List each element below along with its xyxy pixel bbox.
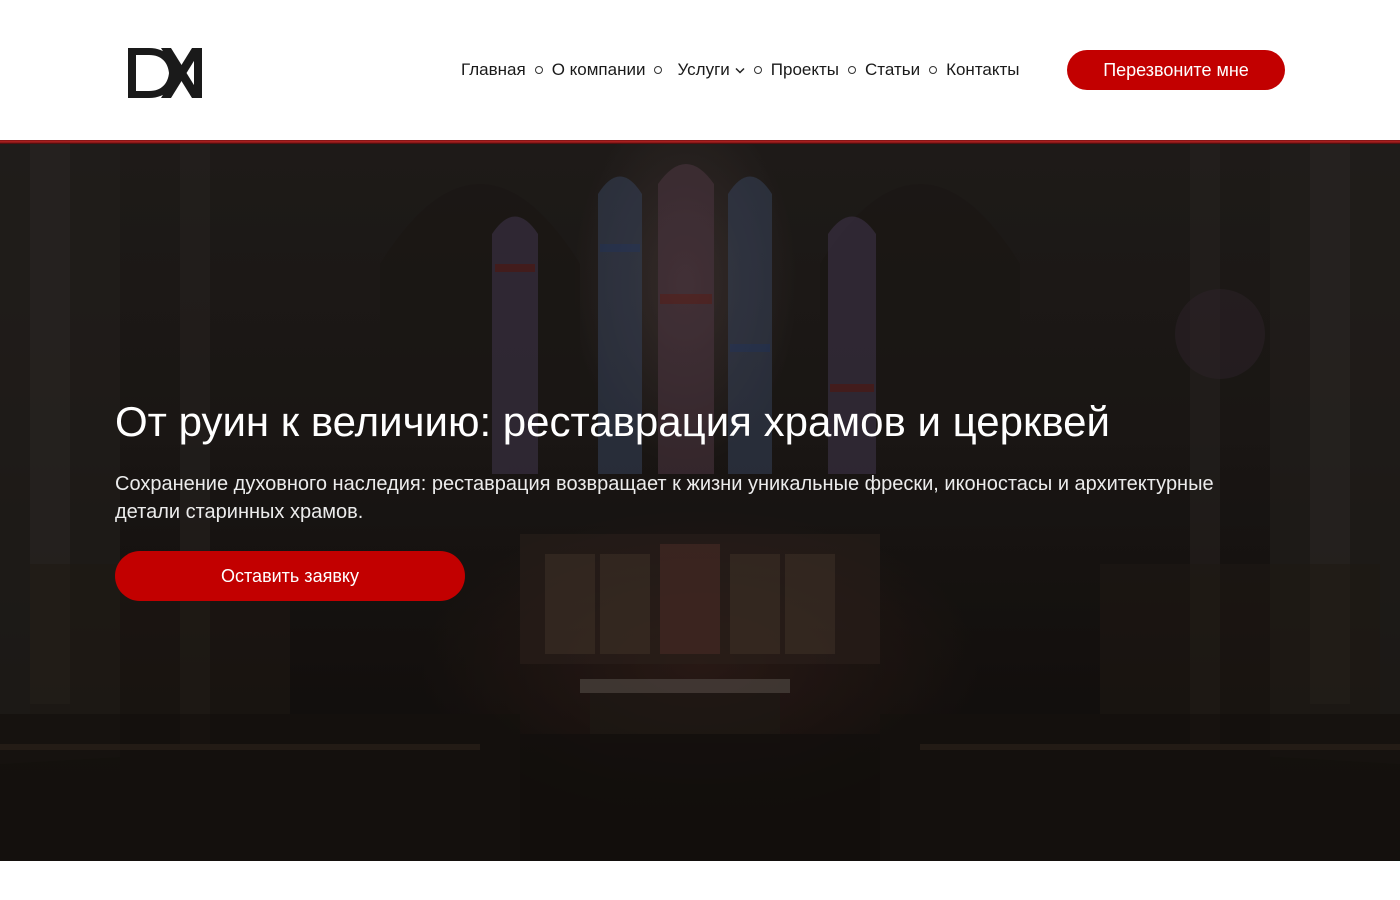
nav-item-projects[interactable]: Проекты [771, 60, 839, 80]
logo-icon [128, 48, 202, 98]
chevron-down-icon [735, 67, 745, 74]
submit-request-button[interactable]: Оставить заявку [115, 551, 465, 601]
nav-item-contacts[interactable]: Контакты [946, 60, 1019, 80]
callback-button[interactable]: Перезвоните мне [1067, 50, 1285, 90]
circle-bullet-icon [753, 66, 762, 74]
hero-title: От руин к величию: реставрация храмов и … [115, 398, 1110, 445]
page-bottom-area [0, 861, 1400, 900]
hero-section: От руин к величию: реставрация храмов и … [0, 144, 1400, 861]
circle-bullet-icon [929, 66, 938, 74]
circle-bullet-icon [534, 66, 543, 74]
nav-item-services-label: Услуги [677, 60, 730, 79]
circle-bullet-icon [654, 66, 663, 74]
nav-item-services[interactable]: Услуги [677, 60, 745, 80]
nav-item-about[interactable]: О компании [552, 60, 646, 80]
nav-item-articles[interactable]: Статьи [865, 60, 920, 80]
circle-bullet-icon [847, 66, 856, 74]
main-nav: Главная О компании Услуги Проекты Статьи… [461, 56, 1020, 84]
nav-item-home[interactable]: Главная [461, 60, 526, 80]
hero-subtitle: Сохранение духовного наследия: реставрац… [115, 473, 1214, 523]
site-header: Главная О компании Услуги Проекты Статьи… [0, 0, 1400, 140]
logo[interactable] [116, 26, 214, 120]
